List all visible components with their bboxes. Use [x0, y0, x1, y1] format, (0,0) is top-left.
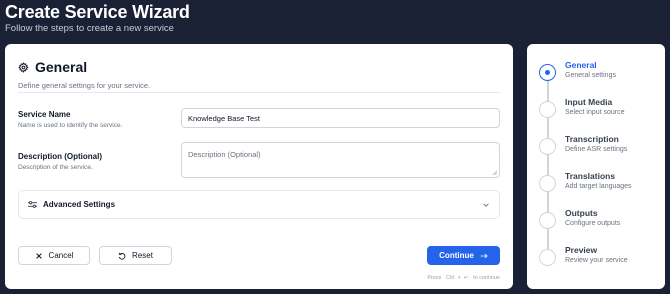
advanced-settings-toggle[interactable]: Advanced Settings — [18, 190, 500, 219]
step-indicator-active — [539, 64, 556, 81]
service-name-value: Knowledge Base Test — [188, 113, 260, 123]
close-icon — [35, 252, 42, 259]
service-name-label: Service Name — [18, 110, 71, 119]
step-indicator — [539, 138, 556, 155]
reset-label: Reset — [132, 251, 153, 260]
sliders-icon — [28, 200, 37, 209]
step-name: Preview — [565, 245, 598, 255]
step-desc: Add target languages — [565, 183, 632, 190]
step-indicator — [539, 249, 556, 266]
step-name: General — [565, 60, 597, 70]
section-title: General — [35, 59, 88, 75]
step-indicator — [539, 175, 556, 192]
continue-button[interactable]: Continue — [427, 246, 500, 265]
chevron-down-icon — [483, 203, 489, 207]
step-name: Translations — [565, 171, 616, 181]
step-indicator — [539, 101, 556, 118]
page-subtitle: Follow the steps to create a new service — [5, 23, 174, 34]
hint-to-continue: to continue — [473, 275, 500, 281]
continue-label: Continue — [439, 251, 474, 260]
step-name: Outputs — [565, 208, 598, 218]
service-name-help: Name is used to identify the service. — [18, 122, 123, 129]
hint-press: Press — [427, 275, 442, 281]
wizard-stepper: General General settings Input Media Sel… — [527, 44, 665, 289]
hint-plus: + — [457, 275, 461, 281]
advanced-settings-label: Advanced Settings — [43, 200, 116, 209]
step-desc: Configure outputs — [565, 220, 621, 227]
cancel-label: Cancel — [48, 251, 74, 260]
step-desc: General settings — [565, 72, 616, 79]
section-header: General — [18, 59, 87, 75]
step-desc: Review your service — [565, 257, 628, 264]
reset-button[interactable]: Reset — [99, 246, 172, 265]
description-help: Description of the service. — [18, 164, 93, 171]
service-name-input[interactable]: Knowledge Base Test — [181, 108, 500, 128]
arrow-right-icon — [480, 253, 488, 258]
step-name: Transcription — [565, 134, 619, 144]
keyboard-hint: Press Ctrl + ↵ to continue — [427, 275, 500, 281]
wizard-form-card: General Define general settings for your… — [5, 44, 513, 289]
cancel-button[interactable]: Cancel — [18, 246, 90, 265]
reset-icon — [118, 252, 126, 260]
description-label: Description (Optional) — [18, 152, 102, 161]
description-textarea[interactable]: Description (Optional) — [181, 142, 500, 178]
section-description: Define general settings for your service… — [18, 81, 151, 90]
step-indicator — [539, 212, 556, 229]
divider — [18, 92, 500, 93]
description-placeholder: Description (Optional) — [188, 150, 261, 159]
hint-ctrl-key: Ctrl — [445, 275, 455, 281]
gear-icon — [18, 61, 29, 73]
hint-enter-key: ↵ — [463, 275, 469, 281]
step-desc: Define ASR settings — [565, 146, 628, 153]
page-title: Create Service Wizard — [5, 2, 190, 22]
resize-handle-icon[interactable] — [492, 170, 497, 175]
step-name: Input Media — [565, 97, 613, 107]
step-desc: Select input source — [565, 109, 625, 116]
